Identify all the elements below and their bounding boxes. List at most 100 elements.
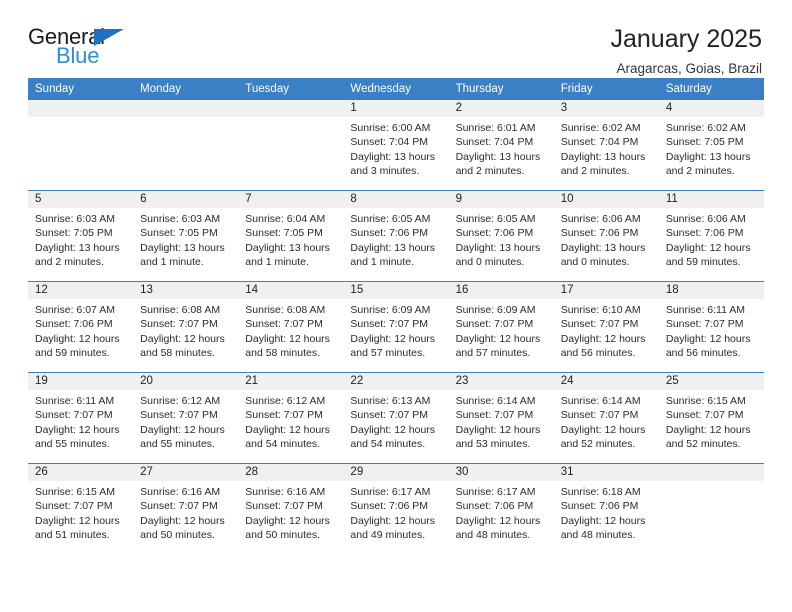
- sunrise-time: Sunrise: 6:11 AM: [665, 304, 746, 316]
- day-details: Sunrise: 6:17 AM Sunset: 7:06 PM Daylight:…: [343, 481, 448, 543]
- day-details: Sunrise: 6:09 AM Sunset: 7:07 PM Daylight:…: [343, 299, 448, 361]
- day-number: 11: [658, 191, 764, 208]
- calendar-day-cell[interactable]: 1 Sunrise: 6:00 AM Sunset: 7:04 PM Daylight…: [343, 100, 449, 191]
- calendar-day-cell[interactable]: 11 Sunrise: 6:06 AM Sunset: 7:06 PM Dayligh…: [658, 190, 764, 282]
- day-number: 22: [343, 373, 449, 390]
- day-details: Sunrise: 6:08 AM Sunset: 7:07 PM Daylight:…: [238, 299, 343, 361]
- calendar-day-cell[interactable]: 21 Sunrise: 6:12 AM Sunset: 7:07 PM Dayligh…: [238, 372, 344, 464]
- sunset-time: Sunset: 7:06 PM: [455, 500, 534, 513]
- calendar-day-cell[interactable]: 5 Sunrise: 6:03 AM Sunset: 7:05 PM Daylight…: [28, 190, 134, 282]
- calendar-cell-empty: [658, 463, 764, 554]
- calendar-cell-empty: [133, 100, 239, 191]
- calendar-day-cell[interactable]: 3 Sunrise: 6:02 AM Sunset: 7:04 PM Daylight…: [553, 100, 659, 191]
- calendar-day-cell[interactable]: 23 Sunrise: 6:14 AM Sunset: 7:07 PM Dayligh…: [448, 372, 554, 464]
- daylight-duration: Daylight: 12 hours and 48 minutes.: [560, 514, 646, 542]
- sunrise-time: Sunrise: 6:16 AM: [140, 486, 221, 498]
- sunrise-time: Sunrise: 6:11 AM: [35, 395, 115, 407]
- day-details: Sunrise: 6:13 AM Sunset: 7:07 PM Daylight:…: [343, 390, 448, 452]
- daylight-duration: Daylight: 13 hours and 0 minutes.: [560, 241, 646, 269]
- calendar-day-cell[interactable]: 14 Sunrise: 6:08 AM Sunset: 7:07 PM Dayligh…: [238, 281, 344, 373]
- page-title: January 2025: [610, 25, 762, 53]
- calendar-day-cell[interactable]: 9 Sunrise: 6:05 AM Sunset: 7:06 PM Daylight…: [448, 190, 554, 282]
- day-number: 5: [28, 191, 134, 208]
- day-number: 21: [238, 373, 344, 390]
- calendar-day-cell[interactable]: 8 Sunrise: 6:05 AM Sunset: 7:06 PM Daylight…: [343, 190, 449, 282]
- daylight-duration: Daylight: 12 hours and 48 minutes.: [455, 514, 541, 542]
- calendar-day-cell[interactable]: 17 Sunrise: 6:10 AM Sunset: 7:07 PM Dayligh…: [553, 281, 659, 373]
- calendar-day-cell[interactable]: 29 Sunrise: 6:17 AM Sunset: 7:06 PM Dayligh…: [343, 463, 449, 554]
- sunrise-time: Sunrise: 6:05 AM: [350, 213, 431, 225]
- weekday-header-sunday: Sunday: [28, 78, 134, 100]
- calendar-day-cell[interactable]: 24 Sunrise: 6:14 AM Sunset: 7:07 PM Dayligh…: [553, 372, 659, 464]
- title-block: January 2025 Aragarcas, Goias, Brazil: [610, 25, 764, 77]
- day-number: 16: [448, 282, 554, 299]
- sunset-time: Sunset: 7:05 PM: [665, 136, 744, 149]
- daylight-duration: Daylight: 13 hours and 2 minutes.: [455, 150, 541, 178]
- calendar-day-cell[interactable]: 10 Sunrise: 6:06 AM Sunset: 7:06 PM Dayligh…: [553, 190, 659, 282]
- calendar-day-cell[interactable]: 2 Sunrise: 6:01 AM Sunset: 7:04 PM Daylight…: [448, 100, 554, 191]
- sunset-time: Sunset: 7:06 PM: [665, 227, 744, 240]
- sunset-time: Sunset: 7:07 PM: [665, 318, 744, 331]
- day-number: 18: [658, 282, 764, 299]
- day-number: 10: [553, 191, 659, 208]
- day-details: Sunrise: 6:05 AM Sunset: 7:06 PM Daylight:…: [449, 208, 554, 270]
- sunrise-time: Sunrise: 6:02 AM: [665, 122, 746, 134]
- daylight-duration: Daylight: 13 hours and 2 minutes.: [665, 150, 751, 178]
- day-number: 13: [133, 282, 239, 299]
- day-number: 3: [553, 100, 659, 117]
- day-details: Sunrise: 6:05 AM Sunset: 7:06 PM Daylight:…: [343, 208, 448, 270]
- sunrise-time: Sunrise: 6:12 AM: [140, 395, 221, 407]
- day-number: 19: [28, 373, 134, 390]
- calendar-day-cell[interactable]: 18 Sunrise: 6:11 AM Sunset: 7:07 PM Dayligh…: [658, 281, 764, 373]
- calendar-day-cell[interactable]: 25 Sunrise: 6:15 AM Sunset: 7:07 PM Dayligh…: [658, 372, 764, 464]
- calendar-day-cell[interactable]: 22 Sunrise: 6:13 AM Sunset: 7:07 PM Dayligh…: [343, 372, 449, 464]
- sunset-time: Sunset: 7:04 PM: [350, 136, 429, 149]
- sunrise-time: Sunrise: 6:02 AM: [560, 122, 641, 134]
- calendar-day-cell[interactable]: 16 Sunrise: 6:09 AM Sunset: 7:07 PM Dayligh…: [448, 281, 554, 373]
- sunrise-time: Sunrise: 6:14 AM: [560, 395, 641, 407]
- day-number: 12: [28, 282, 134, 299]
- calendar-day-cell[interactable]: 19 Sunrise: 6:11 AM Sunset: 7:07 PM Dayligh…: [28, 372, 134, 464]
- day-number: 6: [133, 191, 239, 208]
- calendar-cell-empty: [28, 100, 134, 191]
- calendar-day-cell[interactable]: 27 Sunrise: 6:16 AM Sunset: 7:07 PM Dayligh…: [133, 463, 239, 554]
- daylight-duration: Daylight: 12 hours and 49 minutes.: [350, 514, 436, 542]
- day-details: Sunrise: 6:01 AM Sunset: 7:04 PM Daylight:…: [449, 117, 554, 179]
- daylight-duration: Daylight: 12 hours and 52 minutes.: [665, 423, 751, 451]
- day-number: 8: [343, 191, 449, 208]
- general-blue-logo[interactable]: General Blue: [28, 26, 140, 72]
- calendar-day-cell[interactable]: 4 Sunrise: 6:02 AM Sunset: 7:05 PM Daylight…: [658, 100, 764, 191]
- sunrise-time: Sunrise: 6:01 AM: [455, 122, 536, 134]
- daylight-duration: Daylight: 13 hours and 1 minute.: [245, 241, 330, 269]
- daylight-duration: Daylight: 12 hours and 59 minutes.: [665, 241, 751, 269]
- calendar-day-cell[interactable]: 15 Sunrise: 6:09 AM Sunset: 7:07 PM Dayligh…: [343, 281, 449, 373]
- calendar-day-cell[interactable]: 26 Sunrise: 6:15 AM Sunset: 7:07 PM Dayligh…: [28, 463, 134, 554]
- day-number: 24: [553, 373, 659, 390]
- calendar-day-cell[interactable]: 12 Sunrise: 6:07 AM Sunset: 7:06 PM Dayligh…: [28, 281, 134, 373]
- daylight-duration: Daylight: 13 hours and 2 minutes.: [560, 150, 646, 178]
- sunrise-time: Sunrise: 6:16 AM: [245, 486, 326, 498]
- sunset-time: Sunset: 7:05 PM: [35, 227, 113, 240]
- calendar-week-row: 19 Sunrise: 6:11 AM Sunset: 7:07 PM Dayligh…: [28, 372, 764, 464]
- calendar-day-cell[interactable]: 28 Sunrise: 6:16 AM Sunset: 7:07 PM Dayligh…: [238, 463, 344, 554]
- calendar-body: 1 Sunrise: 6:00 AM Sunset: 7:04 PM Daylight…: [28, 100, 764, 554]
- day-details: Sunrise: 6:02 AM Sunset: 7:04 PM Daylight:…: [554, 117, 659, 179]
- sunset-time: Sunset: 7:06 PM: [560, 227, 639, 240]
- day-details: Sunrise: 6:03 AM Sunset: 7:05 PM Daylight:…: [133, 208, 238, 270]
- daylight-duration: Daylight: 13 hours and 1 minute.: [140, 241, 225, 269]
- calendar-day-cell[interactable]: 7 Sunrise: 6:04 AM Sunset: 7:05 PM Daylight…: [238, 190, 344, 282]
- day-number: 14: [238, 282, 344, 299]
- daylight-duration: Daylight: 12 hours and 59 minutes.: [35, 332, 120, 360]
- calendar-day-cell[interactable]: 31 Sunrise: 6:18 AM Sunset: 7:06 PM Dayligh…: [553, 463, 659, 554]
- weekday-header-friday: Friday: [553, 78, 659, 100]
- calendar-day-cell[interactable]: 30 Sunrise: 6:17 AM Sunset: 7:06 PM Dayligh…: [448, 463, 554, 554]
- day-details: Sunrise: 6:14 AM Sunset: 7:07 PM Daylight:…: [554, 390, 659, 452]
- daylight-duration: Daylight: 13 hours and 3 minutes.: [350, 150, 436, 178]
- calendar-day-cell[interactable]: 13 Sunrise: 6:08 AM Sunset: 7:07 PM Dayligh…: [133, 281, 239, 373]
- sunset-time: Sunset: 7:07 PM: [455, 318, 534, 331]
- day-details: Sunrise: 6:16 AM Sunset: 7:07 PM Daylight:…: [133, 481, 238, 543]
- calendar-day-cell[interactable]: 6 Sunrise: 6:03 AM Sunset: 7:05 PM Daylight…: [133, 190, 239, 282]
- day-number: [28, 100, 134, 117]
- calendar-day-cell[interactable]: 20 Sunrise: 6:12 AM Sunset: 7:07 PM Dayligh…: [133, 372, 239, 464]
- page-header: General Blue January 2025 Aragarcas, Goi…: [28, 0, 764, 77]
